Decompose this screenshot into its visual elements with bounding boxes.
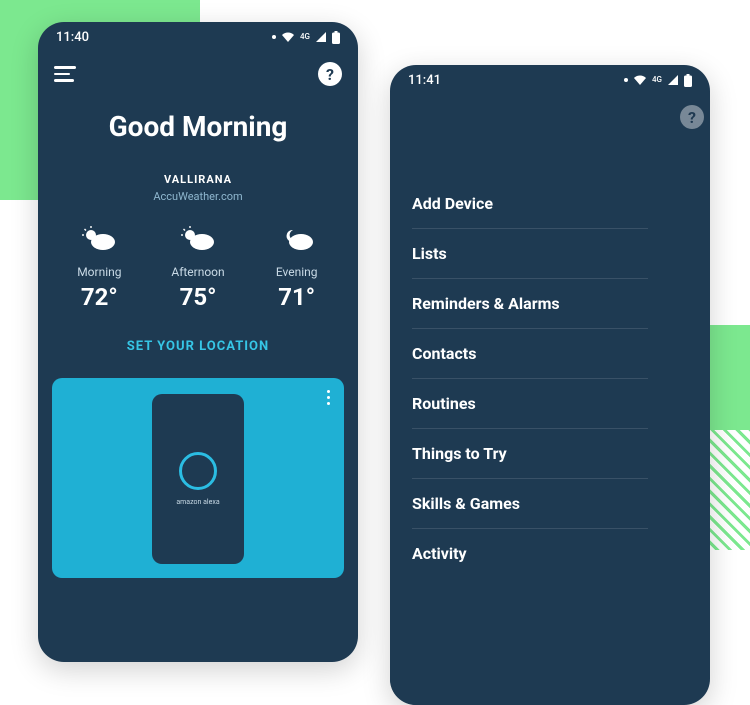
- partly-cloudy-icon: [50, 223, 149, 255]
- network-label: 4G: [300, 33, 310, 41]
- forecast-row: Morning 72° Afternoon 75° Evening 71°: [38, 223, 358, 311]
- wifi-icon: [281, 31, 295, 43]
- status-bar: 11:40 4G: [38, 22, 358, 52]
- menu-button[interactable]: [54, 66, 76, 82]
- status-bar: 11:41 4G: [390, 65, 710, 95]
- forecast-temp: 75°: [149, 283, 248, 311]
- drawer-item-activity[interactable]: Activity: [412, 529, 648, 578]
- phone-home-screen: 11:40 4G ? Good Morning VALLIRANA AccuWe…: [38, 22, 358, 662]
- drawer-item-skills-games[interactable]: Skills & Games: [412, 479, 648, 529]
- wifi-icon: [633, 74, 647, 86]
- phone-drawer-screen: 11:41 4G ? Add Device Lists Reminders & …: [390, 65, 710, 705]
- battery-icon: [684, 74, 692, 87]
- drawer-item-lists[interactable]: Lists: [412, 229, 648, 279]
- night-cloudy-icon: [247, 223, 346, 255]
- alexa-ring-icon: [179, 452, 217, 490]
- drawer-spacer: [412, 119, 648, 179]
- network-label: 4G: [652, 76, 662, 84]
- signal-icon: [667, 74, 679, 86]
- partly-cloudy-icon: [149, 223, 248, 255]
- notification-dot-icon: [624, 78, 628, 82]
- status-time: 11:40: [56, 30, 89, 45]
- signal-icon: [315, 31, 327, 43]
- forecast-morning: Morning 72°: [50, 223, 149, 311]
- notification-dot-icon: [272, 35, 276, 39]
- drawer-item-routines[interactable]: Routines: [412, 379, 648, 429]
- help-button[interactable]: ?: [680, 105, 704, 129]
- forecast-period-label: Evening: [247, 265, 346, 279]
- help-button[interactable]: ?: [318, 62, 342, 86]
- status-icons: 4G: [272, 31, 340, 44]
- navigation-drawer: Add Device Lists Reminders & Alarms Cont…: [390, 95, 670, 705]
- location-source: AccuWeather.com: [38, 190, 358, 203]
- forecast-period-label: Afternoon: [149, 265, 248, 279]
- promo-card[interactable]: amazon alexa: [52, 378, 344, 578]
- drawer-item-contacts[interactable]: Contacts: [412, 329, 648, 379]
- location-city: VALLIRANA: [38, 173, 358, 186]
- app-topbar: ?: [38, 52, 358, 96]
- promo-caption: amazon alexa: [176, 498, 219, 506]
- drawer-item-things-to-try[interactable]: Things to Try: [412, 429, 648, 479]
- forecast-period-label: Morning: [50, 265, 149, 279]
- forecast-afternoon: Afternoon 75°: [149, 223, 248, 311]
- drawer-item-reminders-alarms[interactable]: Reminders & Alarms: [412, 279, 648, 329]
- card-overflow-button[interactable]: [327, 390, 330, 405]
- greeting-title: Good Morning: [38, 110, 358, 143]
- forecast-evening: Evening 71°: [247, 223, 346, 311]
- status-time: 11:41: [408, 73, 441, 88]
- battery-icon: [332, 31, 340, 44]
- drawer-item-add-device[interactable]: Add Device: [412, 179, 648, 229]
- set-location-button[interactable]: SET YOUR LOCATION: [38, 339, 358, 354]
- promo-phone-illustration: amazon alexa: [152, 394, 244, 564]
- forecast-temp: 72°: [50, 283, 149, 311]
- location-block: VALLIRANA AccuWeather.com: [38, 173, 358, 203]
- status-icons: 4G: [624, 74, 692, 87]
- forecast-temp: 71°: [247, 283, 346, 311]
